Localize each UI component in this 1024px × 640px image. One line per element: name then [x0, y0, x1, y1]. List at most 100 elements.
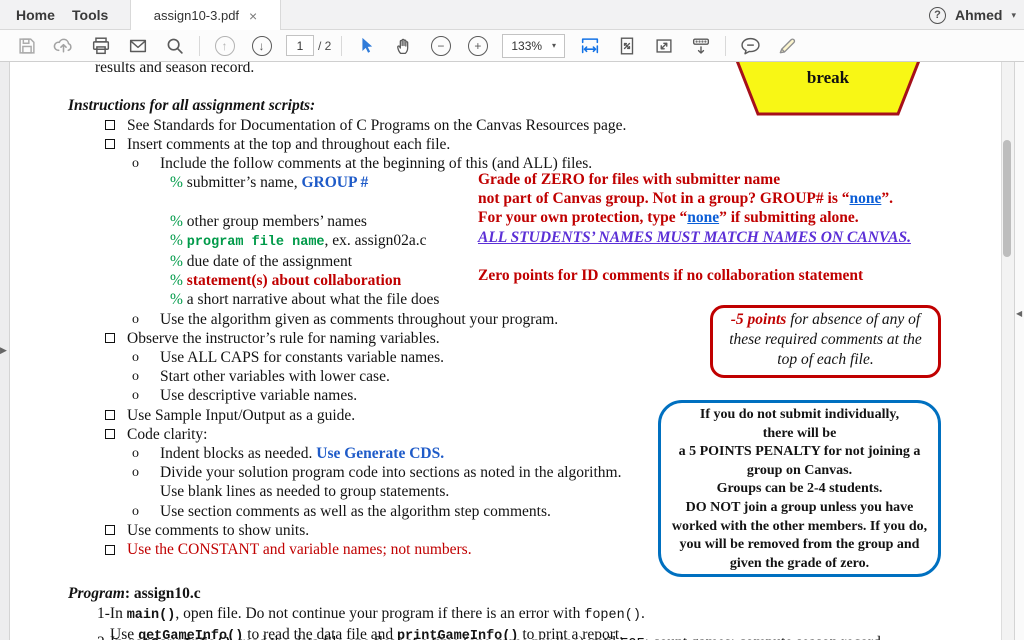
callout-line: If you do not submit individually,	[661, 406, 938, 425]
fullscreen-icon	[653, 35, 675, 57]
text-segment: Instructions for all assignment scripts:	[68, 97, 315, 114]
text-segment: GROUP #	[301, 174, 368, 191]
chevron-down-icon[interactable]: ▾	[1011, 10, 1016, 21]
fullscreen-button[interactable]	[649, 33, 679, 59]
chevron-down-icon: ▾	[552, 41, 556, 50]
read-mode-button[interactable]	[686, 33, 716, 59]
link-none[interactable]: none	[849, 190, 881, 207]
text-segment: ALL STUDENTS’ NAMES MUST MATCH NAMES ON …	[478, 229, 911, 246]
arrow-up-icon: ↑	[215, 36, 235, 56]
open-left-panel-icon[interactable]: ▶	[0, 345, 7, 356]
hand-tool-button[interactable]	[389, 33, 419, 59]
callout-line: you will be removed from the group and	[661, 536, 938, 555]
document-viewer: break results and season record.Instruct…	[0, 62, 1024, 640]
text-segment: Program	[68, 585, 125, 602]
doc-line: Zero points for ID comments if no collab…	[478, 266, 953, 285]
tab-close-icon[interactable]: ×	[249, 9, 257, 23]
scrollbar-thumb[interactable]	[1003, 140, 1011, 257]
text-segment: a short narrative about what the file do…	[187, 291, 440, 308]
page-number-input[interactable]	[286, 35, 314, 56]
text-segment: ; count games; compute season record.	[645, 634, 885, 640]
doc-line: For your own protection, type “none” if …	[478, 208, 953, 227]
text-segment: ”.	[881, 190, 893, 207]
group-rules-callout-blue: If you do not submit individually,there …	[658, 400, 941, 577]
circle-bullet: o	[132, 154, 139, 173]
text-segment: -5 points	[731, 311, 787, 328]
penalty-callout-red: -5 points for absence of any ofthese req…	[710, 305, 941, 378]
doc-right-column: Grade of ZERO for files with submitter n…	[478, 170, 953, 285]
save-button[interactable]	[12, 33, 42, 59]
circle-bullet: o	[132, 386, 139, 405]
read-mode-icon	[690, 35, 712, 57]
user-menu[interactable]: Ahmed	[955, 7, 1002, 23]
previous-page-button[interactable]: ↑	[210, 33, 240, 59]
text-segment: For your own protection, type “	[478, 209, 687, 226]
pdf-page: break results and season record.Instruct…	[10, 62, 1001, 640]
callout-line: worked with the other members. If you do…	[661, 518, 938, 537]
document-tab[interactable]: assign10-3.pdf ×	[130, 0, 281, 31]
select-tool-button[interactable]	[352, 33, 382, 59]
menu-tools[interactable]: Tools	[66, 0, 114, 30]
text-segment: Use Generate CDS.	[316, 445, 444, 462]
cloud-upload-icon	[52, 34, 75, 57]
text-segment: fopen()	[584, 608, 641, 623]
open-right-panel-icon[interactable]: ◀	[1016, 309, 1022, 318]
fit-width-button[interactable]	[575, 33, 605, 59]
doc-line	[10, 77, 1001, 96]
tab-title: assign10-3.pdf	[154, 8, 239, 23]
zoom-out-button[interactable]: −	[426, 33, 456, 59]
comment-button[interactable]	[736, 33, 766, 59]
cloud-upload-button[interactable]	[49, 33, 79, 59]
checkbox-glyph	[105, 139, 115, 149]
text-segment: submitter’s name,	[187, 174, 302, 191]
toolbar-divider	[725, 36, 726, 56]
text-segment: not part of Canvas group. Not in a group…	[478, 190, 849, 207]
cursor-arrow-icon	[356, 35, 378, 57]
text-segment: Use ALL CAPS for constants variable name…	[160, 349, 444, 366]
text-segment: these required comments at the	[729, 331, 922, 348]
doc-line: Grade of ZERO for files with submitter n…	[478, 170, 953, 189]
print-button[interactable]	[86, 33, 116, 59]
text-segment: %	[170, 213, 187, 230]
callout-line: Groups can be 2-4 students.	[661, 480, 938, 499]
toolbar-divider	[199, 36, 200, 56]
text-segment: due date of the assignment	[187, 253, 352, 270]
next-page-button[interactable]: ↓	[247, 33, 277, 59]
text-segment: %	[170, 232, 187, 249]
search-button[interactable]	[160, 33, 190, 59]
menu-home[interactable]: Home	[10, 0, 61, 30]
help-icon[interactable]: ?	[929, 7, 946, 24]
arrow-down-icon: ↓	[252, 36, 272, 56]
text-segment: Observe the instructor’s rule for naming…	[127, 330, 440, 347]
doc-line: not part of Canvas group. Not in a group…	[478, 189, 953, 208]
doc-line: See Standards for Documentation of C Pro…	[10, 116, 1001, 135]
doc-line: Program: assign10.c	[10, 584, 1001, 603]
callout-line: top of each file.	[713, 350, 938, 370]
envelope-icon	[127, 35, 149, 57]
title-bar: Home Tools assign10-3.pdf × ? Ahmed ▾	[0, 0, 1024, 30]
link-none[interactable]: none	[687, 209, 719, 226]
text-segment: Zero points for ID comments if no collab…	[478, 267, 863, 284]
save-icon	[16, 35, 38, 57]
fit-page-button[interactable]	[612, 33, 642, 59]
text-segment: %	[170, 253, 187, 270]
email-button[interactable]	[123, 33, 153, 59]
zoom-in-button[interactable]: +	[463, 33, 493, 59]
text-segment: Insert comments at the top and throughou…	[127, 136, 450, 153]
text-segment: Use comments to show units.	[127, 522, 309, 539]
checkbox-glyph	[105, 525, 115, 535]
doc-line: Instructions for all assignment scripts:	[10, 96, 1001, 115]
text-segment: Grade of ZERO for files with submitter n…	[478, 171, 780, 188]
highlight-button[interactable]	[773, 33, 803, 59]
zoom-level-select[interactable]: 133% ▾	[502, 34, 565, 58]
callout-line: these required comments at the	[713, 330, 938, 350]
text-segment: top of each file.	[777, 351, 873, 368]
left-panel-strip: ▶	[0, 62, 10, 640]
text-segment: other group members’ names	[187, 213, 367, 230]
text-segment: %	[170, 272, 187, 289]
circle-bullet: o	[132, 310, 139, 329]
text-segment: See Standards for Documentation of C Pro…	[127, 117, 626, 134]
text-segment: %	[170, 174, 187, 191]
callout-line: group on Canvas.	[661, 462, 938, 481]
doc-line: Insert comments at the top and throughou…	[10, 135, 1001, 154]
